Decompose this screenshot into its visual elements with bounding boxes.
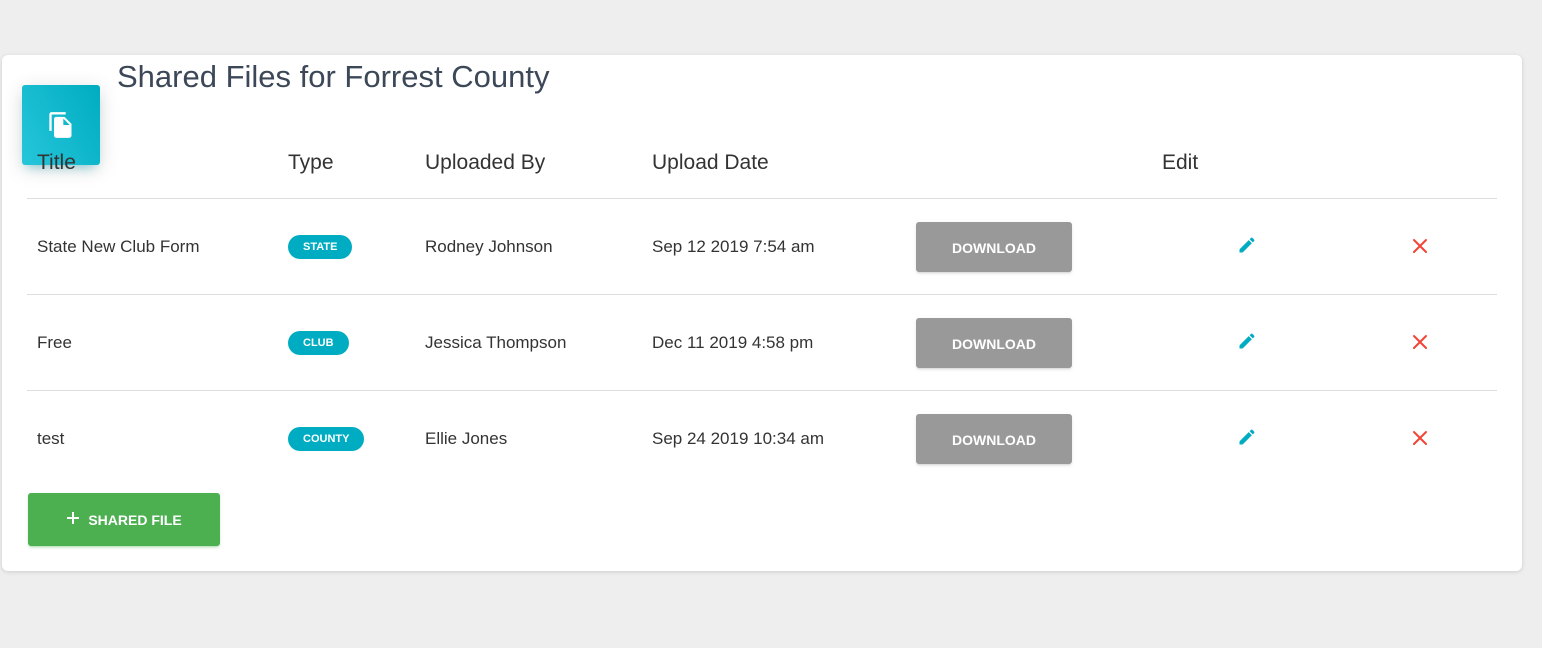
type-badge: STATE bbox=[288, 234, 353, 259]
download-button[interactable]: DOWNLOAD bbox=[916, 221, 1072, 272]
close-icon[interactable] bbox=[1408, 426, 1432, 450]
row-upload-date: Dec 11 2019 4:58 pm bbox=[642, 294, 906, 391]
header-uploaded-by: Uploaded By bbox=[415, 128, 642, 199]
header-edit: Edit bbox=[1152, 128, 1342, 199]
shared-files-table: Title Type Uploaded By Upload Date Edit … bbox=[27, 128, 1497, 486]
row-delete-cell bbox=[1342, 391, 1497, 487]
row-title: Free bbox=[27, 294, 278, 391]
table-row: Free CLUB Jessica Thompson Dec 11 2019 4… bbox=[27, 294, 1497, 391]
row-uploaded-by: Rodney Johnson bbox=[415, 198, 642, 295]
row-uploaded-by: Jessica Thompson bbox=[415, 294, 642, 391]
table-row: State New Club Form STATE Rodney Johnson… bbox=[27, 198, 1497, 295]
download-button[interactable]: DOWNLOAD bbox=[916, 413, 1072, 464]
row-download-cell: DOWNLOAD bbox=[906, 294, 1152, 391]
type-badge: COUNTY bbox=[288, 426, 365, 451]
add-shared-file-button[interactable]: SHARED FILE bbox=[28, 493, 220, 546]
row-delete-cell bbox=[1342, 294, 1497, 391]
pencil-icon[interactable] bbox=[1235, 425, 1259, 449]
type-badge: CLUB bbox=[288, 330, 349, 355]
header-title: Title bbox=[27, 128, 278, 199]
close-icon[interactable] bbox=[1408, 234, 1432, 258]
header-type: Type bbox=[278, 128, 415, 199]
add-shared-file-label: SHARED FILE bbox=[88, 511, 182, 528]
plus-icon bbox=[66, 511, 80, 528]
pencil-icon[interactable] bbox=[1235, 329, 1259, 353]
header-download bbox=[906, 128, 1152, 199]
row-download-cell: DOWNLOAD bbox=[906, 391, 1152, 487]
pencil-icon[interactable] bbox=[1235, 233, 1259, 257]
download-button[interactable]: DOWNLOAD bbox=[916, 317, 1072, 368]
row-type-cell: CLUB bbox=[278, 294, 415, 391]
close-icon[interactable] bbox=[1408, 330, 1432, 354]
row-download-cell: DOWNLOAD bbox=[906, 198, 1152, 295]
row-edit-cell bbox=[1152, 294, 1342, 391]
row-upload-date: Sep 24 2019 10:34 am bbox=[652, 428, 825, 448]
table-row: test COUNTY Ellie Jones Sep 24 2019 10:3… bbox=[27, 391, 1497, 487]
header-upload-date: Upload Date bbox=[642, 128, 906, 199]
row-title: test bbox=[37, 428, 65, 448]
row-type-cell: STATE bbox=[278, 198, 415, 295]
row-uploaded-by: Ellie Jones bbox=[425, 428, 508, 448]
row-upload-date: Sep 12 2019 7:54 am bbox=[642, 198, 906, 295]
row-edit-cell bbox=[1152, 391, 1342, 487]
row-delete-cell bbox=[1342, 198, 1497, 295]
row-edit-cell bbox=[1152, 198, 1342, 295]
row-type-cell: COUNTY bbox=[278, 391, 415, 487]
table-header-row: Title Type Uploaded By Upload Date Edit bbox=[27, 128, 1497, 199]
page-title: Shared Files for Forrest County bbox=[117, 59, 550, 94]
header-delete bbox=[1342, 128, 1497, 199]
row-title: State New Club Form bbox=[27, 198, 278, 295]
